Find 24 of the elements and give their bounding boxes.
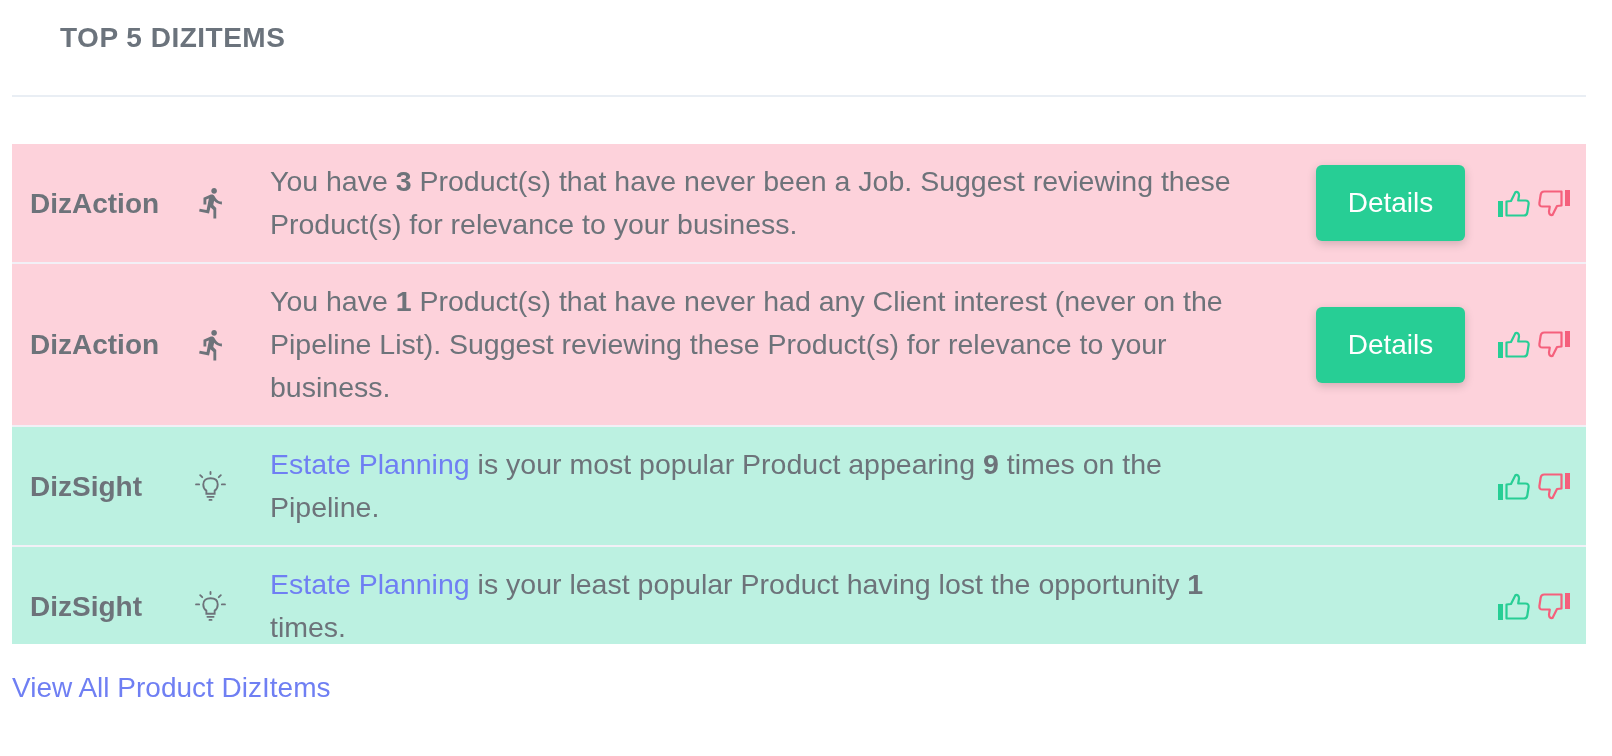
thumbs-down-icon[interactable] <box>1538 189 1570 217</box>
item-type-label: DizSight <box>30 589 143 624</box>
product-link[interactable]: Estate Planning <box>270 568 470 600</box>
lightbulb-icon <box>195 470 226 502</box>
item-message: You have 1 Product(s) that have never had any Client interest (never on the Pipeline List). Suggest reviewing these Product(s) for relevance to your business. <box>270 284 1224 405</box>
thumbs-down-icon[interactable] <box>1538 331 1570 358</box>
thumbs-up-icon[interactable] <box>1498 189 1530 217</box>
product-link[interactable]: Estate Planning <box>270 448 470 480</box>
item-message: Estate Planning is your most popular Product appearing 9 times on the Pipeline. <box>270 447 1163 525</box>
thumbs-down-icon[interactable] <box>1538 472 1570 500</box>
view-all-link[interactable]: View All Product DizItems <box>12 670 331 706</box>
thumbs-down-icon[interactable] <box>1538 592 1570 620</box>
thumbs-up-icon[interactable] <box>1498 331 1530 358</box>
item-type-label: DizAction <box>30 328 161 362</box>
item-message: You have 3 Product(s) that have never been a Job. Suggest reviewing these Product(s) for relevance to your business. <box>270 164 1232 242</box>
details-button[interactable]: Details <box>1316 306 1465 383</box>
lightbulb-icon <box>195 590 226 622</box>
section-title: TOP 5 DIZITEMS <box>60 21 286 55</box>
item-type-label: DizSight <box>30 469 143 504</box>
item-type-label: DizAction <box>30 186 161 221</box>
thumbs-up-icon[interactable] <box>1498 472 1530 500</box>
item-message: Estate Planning is your least popular Product having lost the opportunity 1 times. <box>270 567 1205 644</box>
details-button[interactable]: Details <box>1316 165 1465 241</box>
thumbs-up-icon[interactable] <box>1498 592 1530 620</box>
